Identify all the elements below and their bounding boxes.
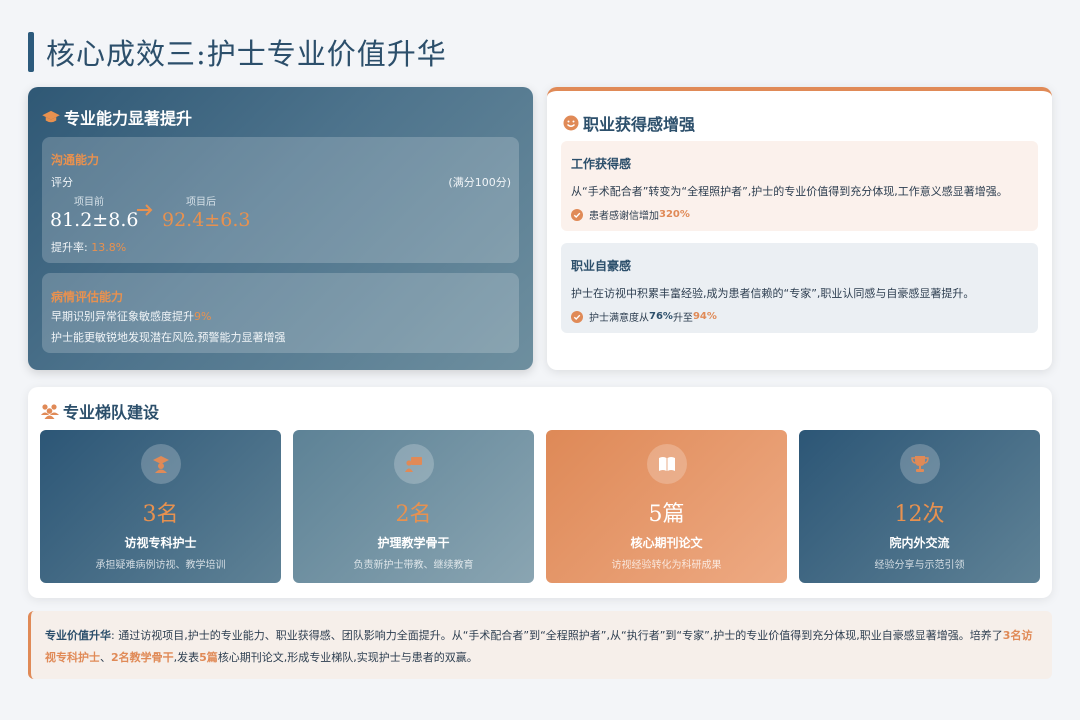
summary-separator: 、 xyxy=(100,651,111,664)
book-icon xyxy=(659,457,675,471)
pride-stat: 护士满意度从 76% 升至 94% xyxy=(571,309,717,324)
summary-text-2: ,发表 xyxy=(173,651,200,664)
pride-text: 护士在访视中积累丰富经验,成为患者信赖的“专家”,职业认同感与自豪感显著提升。 xyxy=(571,287,975,300)
summary-highlight-2: 2名教学骨干 xyxy=(111,651,174,664)
tile-number: 2名 xyxy=(395,502,432,527)
tile-desc: 经验分享与示范引领 xyxy=(874,560,965,571)
page-title: 核心成效三:护士专业价值升华 xyxy=(28,32,447,72)
summary-highlight-3: 5篇 xyxy=(199,651,218,664)
full-score-note: (满分100分) xyxy=(448,176,511,189)
arrow-right-icon xyxy=(137,204,153,216)
improvement-rate: 提升率: 13.8% xyxy=(51,239,126,255)
summary-text-1: 通过访视项目,护士的专业能力、职业获得感、团队影响力全面提升。从“手术配合者”到… xyxy=(114,629,1003,642)
after-label: 项目后 xyxy=(186,197,216,208)
ability-card-header: 专业能力显著提升 xyxy=(42,105,192,129)
fulfillment-card-header: 职业获得感增强 xyxy=(563,111,695,135)
team-tile-journal-papers: 5篇 核心期刊论文 访视经验转化为科研成果 xyxy=(546,430,787,583)
team-tile-specialist-nurses: 3名 访视专科护士 承担疑难病例访视、教学培训 xyxy=(40,430,281,583)
team-card: 专业梯队建设 3名 访视专科护士 承担疑难病例访视、教学培训 2名 护理教学骨干… xyxy=(28,387,1052,598)
tile-title: 院内外交流 xyxy=(889,536,950,550)
communication-box: 沟通能力 评分 (满分100分) 项目前 项目后 81.2±8.6 92.4±6… xyxy=(42,137,519,263)
pride-box: 职业自豪感 护士在访视中积累丰富经验,成为患者信赖的“专家”,职业认同感与自豪感… xyxy=(561,243,1038,333)
tile-desc: 负责新护士带教、继续教育 xyxy=(353,560,474,571)
work-title: 工作获得感 xyxy=(571,157,632,171)
communication-label: 沟通能力 xyxy=(51,153,100,167)
before-score: 81.2±8.6 xyxy=(50,209,139,231)
tile-icon-circle xyxy=(141,444,181,484)
pride-stat-to: 94% xyxy=(692,311,717,322)
tile-title: 护理教学骨干 xyxy=(377,536,450,550)
assessment-line2: 护士能更敏锐地发现潜在风险,预警能力显著增强 xyxy=(51,331,286,344)
ability-heading: 专业能力显著提升 xyxy=(64,109,193,128)
people-icon xyxy=(41,404,59,419)
pride-stat-mid: 升至 xyxy=(672,313,693,324)
work-stat-text: 患者感谢信增加 xyxy=(589,211,659,222)
tile-icon-circle xyxy=(647,444,687,484)
check-badge-icon xyxy=(571,208,583,221)
before-label: 项目前 xyxy=(74,197,104,208)
graduate-icon xyxy=(153,456,169,473)
summary-text-3: 核心期刊论文,形成专业梯队,实现护士与患者的双赢。 xyxy=(217,651,478,664)
tile-desc: 访视经验转化为科研成果 xyxy=(611,560,722,571)
title-accent-bar xyxy=(28,32,34,72)
work-text: 从“手术配合者”转变为“全程照护者”,护士的专业价值得到充分体现,工作意义感显著… xyxy=(571,185,1008,198)
after-score: 92.4±6.3 xyxy=(162,209,251,231)
assessment-line1: 早期识别异常征象敏感度提升9% xyxy=(51,308,211,324)
assessment-label: 病情评估能力 xyxy=(51,290,124,304)
work-fulfillment-box: 工作获得感 从“手术配合者”转变为“全程照护者”,护士的专业价值得到充分体现,工… xyxy=(561,141,1038,231)
tile-number: 5篇 xyxy=(648,502,685,527)
page-title-text: 核心成效三:护士专业价值升华 xyxy=(46,37,447,71)
score-label: 评分 xyxy=(51,176,73,189)
tile-icon-circle xyxy=(394,444,434,484)
team-heading: 专业梯队建设 xyxy=(63,403,160,422)
tile-title: 访视专科护士 xyxy=(124,536,197,550)
tile-icon-circle xyxy=(900,444,940,484)
teacher-icon xyxy=(405,457,422,472)
check-badge-icon xyxy=(571,310,583,323)
tile-desc: 承担疑难病例访视、教学培训 xyxy=(95,560,226,571)
rate-value: 13.8% xyxy=(91,241,127,254)
team-card-header: 专业梯队建设 xyxy=(40,399,159,423)
tile-number: 3名 xyxy=(142,502,179,527)
tile-number: 12次 xyxy=(894,502,945,527)
assessment-line1-value: 9% xyxy=(194,310,212,323)
trophy-icon xyxy=(911,456,929,472)
work-stat: 患者感谢信增加 320% xyxy=(571,207,690,222)
work-stat-value: 320% xyxy=(659,209,690,220)
team-tile-exchanges: 12次 院内外交流 经验分享与示范引领 xyxy=(799,430,1040,583)
team-tile-teaching-backbone: 2名 护理教学骨干 负责新护士带教、继续教育 xyxy=(293,430,534,583)
summary-box: 专业价值升华: 通过访视项目,护士的专业能力、职业获得感、团队影响力全面提升。从… xyxy=(28,611,1052,679)
tile-title: 核心期刊论文 xyxy=(630,536,703,550)
graduation-cap-icon xyxy=(42,110,60,123)
assessment-line1-text: 早期识别异常征象敏感度提升 xyxy=(51,310,194,323)
smile-icon xyxy=(563,115,579,131)
pride-title: 职业自豪感 xyxy=(571,259,632,273)
assessment-box: 病情评估能力 早期识别异常征象敏感度提升9% 护士能更敏锐地发现潜在风险,预警能… xyxy=(42,273,519,353)
ability-card: 专业能力显著提升 沟通能力 评分 (满分100分) 项目前 项目后 81.2±8… xyxy=(28,87,533,370)
pride-stat-from: 76% xyxy=(649,311,673,322)
rate-label: 提升率: xyxy=(51,241,88,254)
fulfillment-card: 职业获得感增强 工作获得感 从“手术配合者”转变为“全程照护者”,护士的专业价值… xyxy=(547,87,1052,370)
summary-label: 专业价值升华 xyxy=(45,629,111,642)
fulfillment-heading: 职业获得感增强 xyxy=(583,115,696,134)
pride-stat-prefix: 护士满意度从 xyxy=(589,313,649,324)
